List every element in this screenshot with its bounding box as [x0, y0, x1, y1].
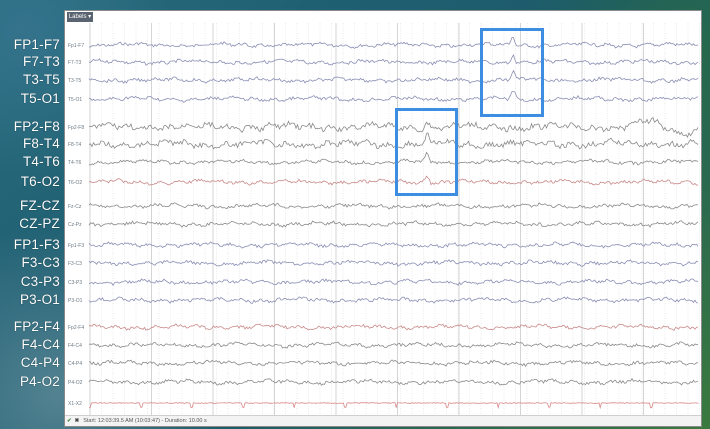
eeg-trace — [88, 323, 699, 331]
channel-label: T6-O2 — [20, 174, 60, 189]
channel-label: P3-O1 — [19, 292, 60, 307]
channel-label: C3-P3 — [20, 274, 60, 289]
eeg-trace — [88, 69, 699, 84]
trace-channel-label: Fp1-F7 — [68, 43, 84, 49]
eeg-trace — [88, 241, 699, 249]
trace-channel-label: Fp2-F4 — [68, 325, 84, 331]
trace-channel-label: Fp2-F8 — [68, 125, 84, 131]
trace-channel-label: P4-O2 — [68, 380, 83, 386]
trace-channel-label: C3-P3 — [68, 280, 82, 286]
channel-label: F7-T3 — [22, 54, 60, 69]
eeg-trace — [88, 37, 699, 49]
channel-label: FP2-F4 — [13, 319, 60, 334]
trace-channel-label: F7-T3 — [68, 60, 82, 66]
eeg-trace — [88, 296, 699, 304]
channel-label: F8-T4 — [22, 136, 60, 151]
status-bar: ✔ ✖ Start: 12:03:39.5 AM (10:03:47) - Dura… — [65, 415, 701, 426]
channel-label: T4-T6 — [22, 154, 60, 169]
close-icon[interactable]: ✖ — [75, 418, 80, 424]
spike-highlight-box-left — [395, 108, 458, 196]
channel-label: FP1-F7 — [13, 37, 60, 52]
trace-channel-label: F4-C4 — [68, 343, 82, 349]
trace-channel-label: T4-T6 — [68, 160, 82, 166]
check-icon[interactable]: ✔ — [67, 418, 72, 424]
eeg-trace — [88, 175, 699, 186]
channel-label: T3-T5 — [22, 72, 60, 87]
channel-label: FP1-F3 — [13, 237, 60, 252]
eeg-trace — [88, 341, 699, 349]
eeg-trace — [88, 116, 699, 138]
trace-channel-label: C4-P4 — [68, 361, 82, 367]
channel-label: FP2-F8 — [13, 119, 60, 134]
eeg-trace — [88, 220, 699, 228]
trace-channel-label: T5-O1 — [68, 97, 82, 103]
spike-highlight-box-right — [480, 28, 544, 117]
eeg-trace — [88, 91, 699, 103]
channel-label: T5-O1 — [20, 91, 60, 106]
trace-channel-label: T3-T5 — [68, 78, 82, 84]
eeg-trace — [88, 54, 699, 66]
labels-dropdown-tab[interactable]: Labels ▾ — [67, 12, 93, 22]
eeg-trace — [88, 202, 699, 210]
eeg-trace-area[interactable]: Fp1-F7 F7-T3 T3-T5 T5-O1 Fp2-F8 F8-T4 T4-T6 T6-… — [65, 11, 701, 415]
eeg-trace — [88, 259, 699, 267]
eeg-trace — [88, 377, 699, 386]
status-text: Start: 12:03:39.5 AM (10:03:47) - Durati… — [83, 418, 207, 424]
eeg-trace — [88, 132, 699, 150]
eeg-trace — [88, 151, 699, 166]
channel-label: C4-P4 — [20, 355, 60, 370]
trace-channel-label: P3-O1 — [68, 298, 83, 304]
trace-channel-label: F8-T4 — [68, 142, 82, 148]
channel-label: P4-O2 — [19, 374, 60, 389]
channel-label: F4-C4 — [21, 337, 60, 352]
channel-label: F3-C3 — [21, 255, 60, 270]
trace-channel-label: Fz-Cz — [68, 204, 82, 210]
trace-channel-label: T6-O2 — [68, 180, 82, 186]
eeg-trace — [88, 278, 699, 286]
trace-channel-label: Fp1-F3 — [68, 243, 84, 249]
eeg-trace — [88, 359, 699, 368]
trace-channel-label: X1-X2 — [68, 401, 82, 407]
channel-label: FZ-CZ — [20, 198, 60, 213]
eeg-viewer-window: Fp1-F7 F7-T3 T3-T5 T5-O1 Fp2-F8 F8-T4 T4-T6 T6-… — [64, 10, 702, 427]
ecg-trace — [88, 402, 699, 410]
trace-channel-label: F3-C3 — [68, 261, 82, 267]
channel-label: CZ-PZ — [19, 216, 60, 231]
trace-channel-label: Cz-Pz — [68, 222, 82, 228]
